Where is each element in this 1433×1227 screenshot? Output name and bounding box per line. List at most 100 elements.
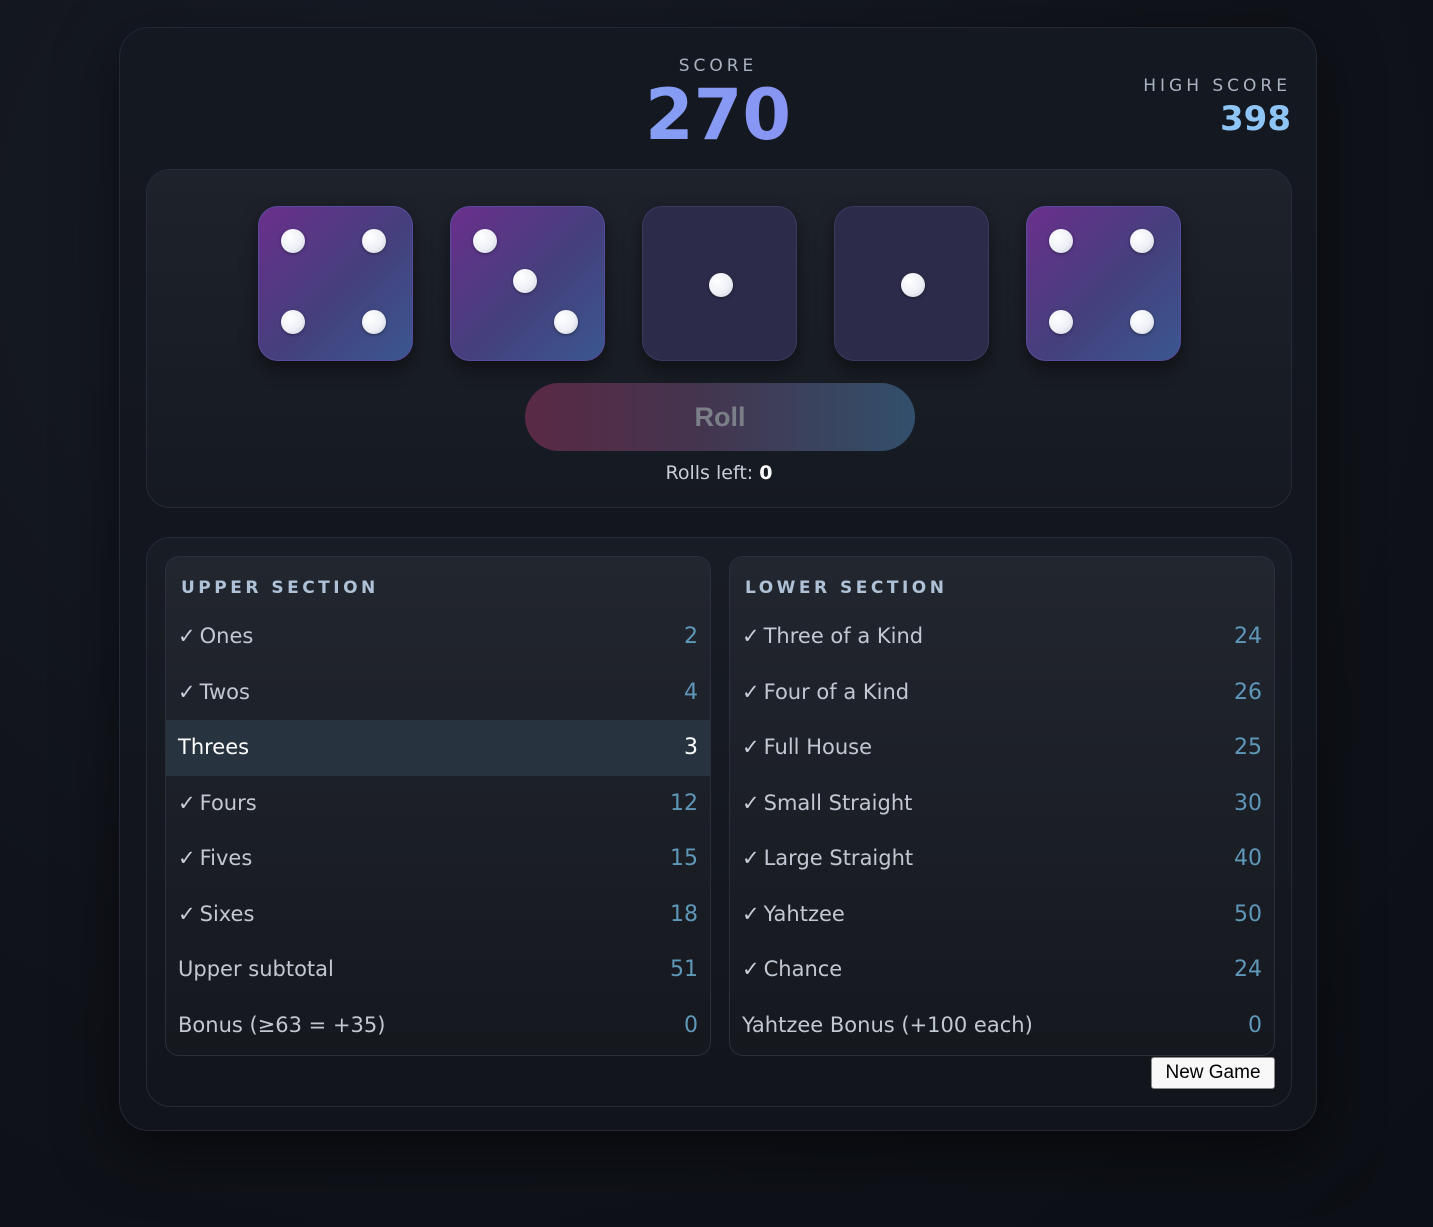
category-row-chance[interactable]: ✓ Chance 24 bbox=[730, 942, 1274, 998]
category-score: 2 bbox=[684, 624, 698, 649]
checkmark-icon: ✓ bbox=[742, 957, 760, 981]
yahtzee-bonus-row: Yahtzee Bonus (+100 each) 0 bbox=[730, 998, 1274, 1054]
category-label: ✓ Yahtzee bbox=[742, 887, 845, 943]
category-name: Four of a Kind bbox=[763, 679, 910, 704]
category-row-sixes[interactable]: ✓ Sixes 18 bbox=[166, 887, 710, 943]
upper-bonus-value: 0 bbox=[684, 1012, 698, 1038]
die-pip bbox=[281, 229, 306, 254]
die-1[interactable] bbox=[258, 206, 413, 361]
category-label: Threes bbox=[178, 720, 249, 776]
category-row-full-house[interactable]: ✓ Full House 25 bbox=[730, 720, 1274, 776]
die-2[interactable] bbox=[450, 206, 605, 361]
category-name: Fives bbox=[199, 846, 253, 870]
checkmark-icon: ✓ bbox=[742, 846, 760, 870]
category-row-fives[interactable]: ✓ Fives 15 bbox=[166, 831, 710, 887]
category-score: 18 bbox=[670, 901, 698, 927]
die-5[interactable] bbox=[1026, 206, 1181, 361]
roll-button[interactable]: Roll bbox=[525, 383, 915, 451]
category-label: ✓ Small Straight bbox=[742, 776, 912, 832]
checkmark-icon: ✓ bbox=[178, 901, 196, 926]
category-label: ✓ Four of a Kind bbox=[742, 665, 909, 721]
category-name: Full House bbox=[763, 735, 873, 759]
category-label: ✓ Twos bbox=[178, 665, 250, 721]
die-pip bbox=[1129, 309, 1154, 334]
die-pip bbox=[708, 272, 733, 297]
checkmark-icon: ✓ bbox=[742, 679, 760, 704]
category-score: 50 bbox=[1234, 901, 1262, 927]
upper-section-title: UPPER SECTION bbox=[181, 578, 379, 598]
die-pip bbox=[553, 309, 578, 334]
game-window: SCORE 270 HIGH SCORE 398 Roll Rolls left… bbox=[119, 27, 1317, 1131]
score-value: 270 bbox=[120, 80, 1316, 150]
category-row-fours[interactable]: ✓ Fours 12 bbox=[166, 776, 710, 832]
category-score: 26 bbox=[1234, 679, 1262, 705]
category-name: Fours bbox=[199, 790, 257, 815]
die-pip bbox=[281, 309, 306, 334]
die-pip bbox=[361, 309, 386, 334]
upper-bonus-label: Bonus (≥63 = +35) bbox=[178, 1012, 386, 1037]
category-label: ✓ Fours bbox=[178, 776, 257, 832]
score-display: SCORE 270 bbox=[120, 56, 1316, 150]
category-score: 3 bbox=[684, 735, 698, 760]
category-row-threes[interactable]: Threes 3 bbox=[166, 720, 710, 776]
yahtzee-bonus-value: 0 bbox=[1248, 1012, 1262, 1038]
category-row-large-straight[interactable]: ✓ Large Straight 40 bbox=[730, 831, 1274, 887]
category-row-four-of-a-kind[interactable]: ✓ Four of a Kind 26 bbox=[730, 665, 1274, 721]
die-pip bbox=[473, 229, 498, 254]
category-label: ✓ Three of a Kind bbox=[742, 609, 923, 665]
score-label: SCORE bbox=[678, 56, 758, 76]
lower-section: LOWER SECTION ✓ Three of a Kind 24 ✓ Four of… bbox=[729, 556, 1275, 1056]
die-3[interactable] bbox=[642, 206, 797, 361]
checkmark-icon: ✓ bbox=[742, 790, 760, 815]
checkmark-icon: ✓ bbox=[178, 679, 196, 704]
category-label: ✓ Sixes bbox=[178, 887, 254, 943]
upper-subtotal-row: Upper subtotal 51 bbox=[166, 942, 710, 998]
die-pip bbox=[513, 269, 538, 294]
die-pip bbox=[361, 229, 386, 254]
scorecard-panel: UPPER SECTION ✓ Ones 2 ✓ Twos 4 Threes 3 ✓ Fours 1… bbox=[146, 537, 1292, 1107]
category-score: 15 bbox=[670, 846, 698, 871]
category-row-yahtzee[interactable]: ✓ Yahtzee 50 bbox=[730, 887, 1274, 943]
category-score: 25 bbox=[1234, 735, 1262, 760]
category-label: ✓ Chance bbox=[742, 942, 842, 998]
die-4[interactable] bbox=[834, 206, 989, 361]
die-pip bbox=[1049, 309, 1074, 334]
category-label: ✓ Full House bbox=[742, 720, 872, 776]
category-score: 40 bbox=[1234, 846, 1262, 871]
die-pip bbox=[1049, 229, 1074, 254]
category-name: Small Straight bbox=[763, 790, 913, 815]
category-row-ones[interactable]: ✓ Ones 2 bbox=[166, 609, 710, 665]
category-name: Yahtzee bbox=[763, 901, 845, 926]
category-name: Ones bbox=[199, 624, 254, 648]
checkmark-icon: ✓ bbox=[742, 735, 760, 759]
category-score: 4 bbox=[684, 679, 698, 705]
rolls-left-label: Rolls left: bbox=[665, 462, 754, 484]
new-game-button[interactable]: New Game bbox=[1151, 1057, 1275, 1089]
upper-bonus-row: Bonus (≥63 = +35) 0 bbox=[166, 998, 710, 1054]
rolls-left: Rolls left: 0 bbox=[147, 462, 1291, 484]
checkmark-icon: ✓ bbox=[178, 790, 196, 815]
category-score: 12 bbox=[670, 790, 698, 816]
checkmark-icon: ✓ bbox=[178, 624, 196, 648]
dice-panel: Roll Rolls left: 0 bbox=[146, 169, 1292, 508]
category-row-small-straight[interactable]: ✓ Small Straight 30 bbox=[730, 776, 1274, 832]
category-score: 24 bbox=[1234, 957, 1262, 982]
die-pip bbox=[900, 272, 925, 297]
upper-section: UPPER SECTION ✓ Ones 2 ✓ Twos 4 Threes 3 ✓ Fours 1… bbox=[165, 556, 711, 1056]
yahtzee-bonus-label: Yahtzee Bonus (+100 each) bbox=[742, 1012, 1033, 1037]
category-label: ✓ Ones bbox=[178, 609, 253, 665]
checkmark-icon: ✓ bbox=[178, 846, 196, 870]
high-score-display: HIGH SCORE 398 bbox=[1143, 76, 1291, 138]
high-score-value: 398 bbox=[1220, 99, 1291, 139]
category-name: Threes bbox=[178, 735, 250, 759]
high-score-label: HIGH SCORE bbox=[1143, 76, 1291, 96]
die-pip bbox=[1129, 229, 1154, 254]
category-score: 24 bbox=[1234, 624, 1262, 649]
category-row-three-of-a-kind[interactable]: ✓ Three of a Kind 24 bbox=[730, 609, 1274, 665]
category-score: 30 bbox=[1234, 790, 1262, 816]
category-row-twos[interactable]: ✓ Twos 4 bbox=[166, 665, 710, 721]
category-label: ✓ Large Straight bbox=[742, 831, 913, 887]
category-name: Chance bbox=[763, 957, 843, 981]
checkmark-icon: ✓ bbox=[742, 901, 760, 926]
upper-subtotal-value: 51 bbox=[670, 957, 698, 982]
